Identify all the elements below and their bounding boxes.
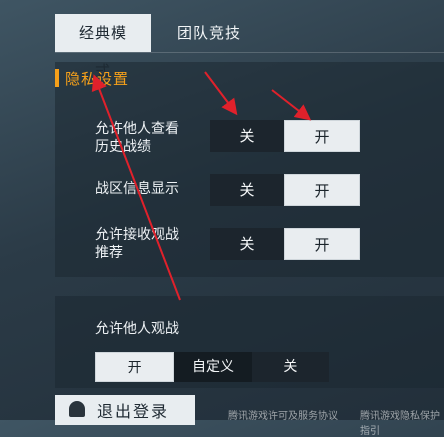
spectate-option-group: 开 自定义 关 xyxy=(95,352,329,382)
logout-label: 退出登录 xyxy=(97,402,170,421)
toggle-off-button[interactable]: 关 xyxy=(210,228,284,260)
footer-privacy-link[interactable]: 腾讯游戏隐私保护指引 xyxy=(360,407,444,437)
row-label-allow-spectate: 允许他人观战 xyxy=(95,321,179,337)
row-label-line: 推荐 xyxy=(95,245,123,261)
row-label-line: 允许他人查看 xyxy=(95,121,179,137)
spectate-option-on[interactable]: 开 xyxy=(95,352,175,382)
toggle-on-button[interactable]: 开 xyxy=(284,174,360,206)
toggle-off-button[interactable]: 关 xyxy=(210,174,284,206)
row-label-line: 允许接收观战 xyxy=(95,227,179,243)
toggle-off-button[interactable]: 关 xyxy=(210,120,284,152)
mode-tabs: 经典模式 团队竞技 xyxy=(55,14,261,80)
spectate-option-custom[interactable]: 自定义 xyxy=(174,352,252,382)
toggle-on-button[interactable]: 开 xyxy=(284,120,360,152)
logout-button[interactable]: 退出登录 xyxy=(55,395,195,425)
toggle-history-visibility: 关 开 xyxy=(210,120,360,152)
bell-icon xyxy=(67,399,89,421)
tab-team-deathmatch[interactable]: 团队竞技 xyxy=(157,14,261,52)
tab-classic-mode[interactable]: 经典模式 xyxy=(55,14,151,80)
section-title: 隐私设置 xyxy=(65,69,130,88)
row-label-line: 历史战绩 xyxy=(95,139,151,155)
spectate-option-off[interactable]: 关 xyxy=(251,352,329,382)
toggle-spectate-recommend: 关 开 xyxy=(210,228,360,260)
toggle-zone-info: 关 开 xyxy=(210,174,360,206)
tab-divider xyxy=(55,52,444,53)
section-accent-bar xyxy=(55,69,59,87)
row-label-spectate-recommend: 允许接收观战 推荐 xyxy=(95,226,179,262)
section-header: 隐私设置 xyxy=(55,68,129,88)
row-label-line: 战区信息显示 xyxy=(95,181,179,197)
row-label-history: 允许他人查看 历史战绩 xyxy=(95,120,179,156)
toggle-on-button[interactable]: 开 xyxy=(284,228,360,260)
row-label-zone-info: 战区信息显示 xyxy=(95,180,179,198)
